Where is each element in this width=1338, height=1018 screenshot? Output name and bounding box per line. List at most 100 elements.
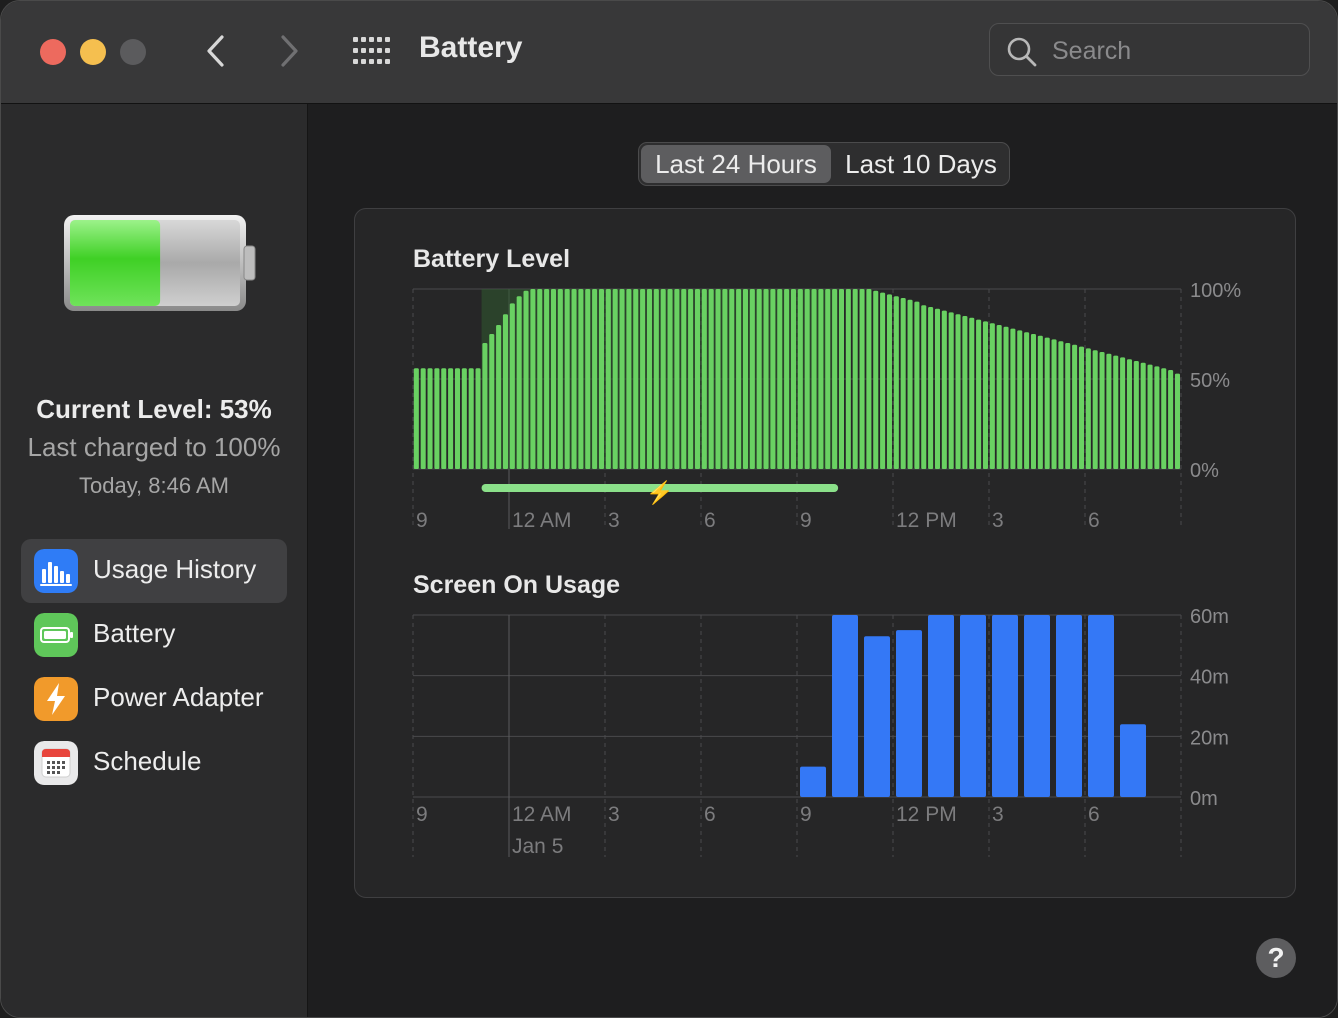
battery-level-bar bbox=[900, 298, 906, 469]
battery-level-bar bbox=[1065, 343, 1071, 469]
x-tick-label: 3 bbox=[608, 509, 620, 532]
battery-level-bar bbox=[941, 310, 947, 469]
battery-level-bar bbox=[468, 368, 474, 469]
battery-level-bar bbox=[1120, 357, 1126, 469]
battery-level-bar bbox=[962, 316, 968, 469]
power-adapter-icon bbox=[34, 677, 78, 721]
battery-level-bar bbox=[742, 289, 748, 469]
battery-level-bar bbox=[811, 289, 817, 469]
battery-level-bar bbox=[976, 319, 982, 469]
battery-level-icon bbox=[64, 215, 256, 311]
battery-level-bar bbox=[845, 289, 851, 469]
last-charged-text: Last charged to 100% bbox=[27, 432, 281, 462]
battery-level-bar bbox=[564, 289, 570, 469]
battery-level-bar bbox=[660, 289, 666, 469]
sidebar-item-label: Schedule bbox=[93, 746, 202, 776]
search-input[interactable] bbox=[1050, 34, 1294, 68]
battery-level-bar bbox=[640, 289, 646, 469]
battery-level-bar bbox=[523, 290, 529, 469]
battery-level-bar bbox=[482, 343, 488, 469]
battery-level-bar bbox=[475, 368, 481, 469]
x-tick-label: 6 bbox=[1088, 803, 1100, 826]
x-tick-label: 6 bbox=[704, 803, 716, 826]
battery-level-bar bbox=[701, 289, 707, 469]
zoom-window-button[interactable] bbox=[120, 39, 146, 65]
battery-level-bar bbox=[749, 289, 755, 469]
screen-usage-bar bbox=[1056, 615, 1082, 797]
battery-level-bar bbox=[989, 323, 995, 469]
usage-history-panel: Battery Level Screen On Usage 100% 50% 0% ⚡… bbox=[354, 208, 1296, 898]
battery-level-bar bbox=[1147, 364, 1153, 469]
battery-level-bar bbox=[441, 368, 447, 469]
search-icon bbox=[1007, 37, 1037, 67]
battery-level-bar bbox=[1099, 352, 1105, 469]
search-field[interactable] bbox=[989, 23, 1310, 76]
tab-last-10-days[interactable]: Last 10 Days bbox=[833, 145, 1009, 183]
sidebar-item-schedule[interactable]: Schedule bbox=[21, 731, 287, 795]
y-tick-label: 0m bbox=[1190, 788, 1218, 810]
forward-button[interactable] bbox=[269, 31, 309, 71]
battery-level-bar bbox=[852, 289, 858, 469]
battery-level-bar bbox=[1051, 339, 1057, 469]
battery-level-bar bbox=[454, 368, 460, 469]
battery-level-bar bbox=[516, 296, 522, 469]
battery-level-bar bbox=[969, 317, 975, 469]
battery-level-bar bbox=[996, 325, 1002, 469]
screen-usage-bar bbox=[1024, 615, 1050, 797]
minimize-window-button[interactable] bbox=[80, 39, 106, 65]
battery-level-bar bbox=[612, 289, 618, 469]
x-tick-label: 12 AM bbox=[512, 509, 572, 532]
battery-level-bar bbox=[763, 289, 769, 469]
sidebar-item-usage-history[interactable]: Usage History bbox=[21, 539, 287, 603]
battery-level-bar bbox=[907, 299, 913, 469]
y-tick-label: 40m bbox=[1190, 667, 1229, 689]
battery-level-bar bbox=[461, 368, 467, 469]
sidebar-item-battery[interactable]: Battery bbox=[21, 603, 287, 667]
battery-level-bar bbox=[502, 314, 508, 469]
battery-level-bar bbox=[530, 289, 536, 469]
back-button[interactable] bbox=[196, 31, 236, 71]
window-title: Battery bbox=[419, 31, 523, 64]
show-all-button[interactable] bbox=[353, 37, 391, 65]
y-tick-label: 60m bbox=[1190, 606, 1229, 628]
battery-level-bar bbox=[1154, 366, 1160, 469]
usage-history-icon bbox=[34, 549, 78, 593]
battery-level-bar bbox=[708, 289, 714, 469]
battery-level-bar bbox=[832, 289, 838, 469]
screen-usage-bar bbox=[832, 615, 858, 797]
screen-usage-bar bbox=[800, 766, 826, 797]
battery-level-bar bbox=[1030, 334, 1036, 469]
content-area: Last 24 Hours Last 10 Days Battery Level… bbox=[308, 104, 1337, 1017]
battery-level-bar bbox=[1044, 337, 1050, 469]
screen-usage-bar bbox=[864, 636, 890, 797]
screen-usage-bar bbox=[960, 615, 986, 797]
battery-level-bar bbox=[1017, 330, 1023, 469]
battery-level-bar bbox=[1010, 328, 1016, 469]
battery-level-bar bbox=[619, 289, 625, 469]
battery-level-bar bbox=[804, 289, 810, 469]
grid-icon bbox=[353, 37, 390, 64]
charging-bolt-icon: ⚡ bbox=[646, 480, 673, 506]
battery-level-bar bbox=[955, 314, 961, 469]
battery-level-bar bbox=[1174, 373, 1180, 469]
x-tick-label: 12 PM bbox=[896, 509, 957, 532]
battery-level-bar bbox=[557, 289, 563, 469]
battery-level-bar bbox=[1106, 353, 1112, 469]
title-bar: Battery bbox=[1, 1, 1337, 104]
x-tick-label: 9 bbox=[416, 803, 428, 826]
sidebar-item-power-adapter[interactable]: Power Adapter bbox=[21, 667, 287, 731]
x-tick-label: 3 bbox=[992, 803, 1004, 826]
battery-level-bar bbox=[420, 368, 426, 469]
y-tick-label: 0% bbox=[1190, 460, 1219, 482]
time-range-selector[interactable]: Last 24 Hours Last 10 Days bbox=[638, 142, 1010, 186]
battery-level-bar bbox=[413, 368, 419, 469]
close-window-button[interactable] bbox=[40, 39, 66, 65]
tab-last-24-hours[interactable]: Last 24 Hours bbox=[641, 145, 831, 183]
battery-level-bar bbox=[1037, 335, 1043, 469]
battery-level-bar bbox=[544, 289, 550, 469]
battery-level-bar bbox=[825, 289, 831, 469]
help-button[interactable]: ? bbox=[1256, 938, 1296, 978]
battery-level-bar bbox=[509, 303, 515, 469]
x-tick-label: 6 bbox=[1088, 509, 1100, 532]
battery-level-bar bbox=[1092, 350, 1098, 469]
